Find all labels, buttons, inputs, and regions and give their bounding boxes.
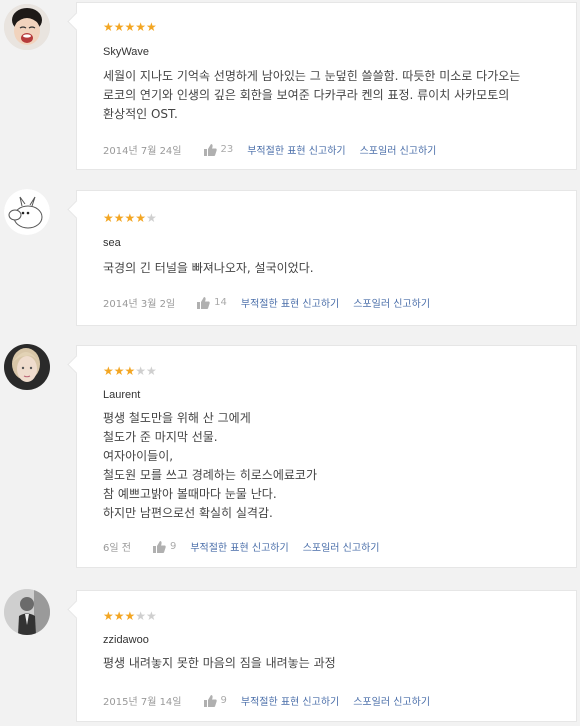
review-date: 2014년 3월 2일 [103,299,176,310]
review-meta: 2014년 3월 2일 14 부적절한 표현 신고하기 스포일러 신고하기 [103,295,444,310]
review-text: 평생 내려놓지 못한 마음의 짐을 내려놓는 과정 [103,656,336,670]
thumbs-up-icon[interactable] [197,296,210,309]
reviewer-name[interactable]: SkyWave [103,46,149,58]
reviewer-name[interactable]: zzidawoo [103,634,149,646]
review-meta: 6일 전 9 부적절한 표현 신고하기 스포일러 신고하기 [103,539,393,554]
rating-stars: ★★★★★ [103,364,157,378]
review-date: 2014년 7월 24일 [103,146,182,157]
report-spoiler-link[interactable]: 스포일러 신고하기 [353,693,430,708]
review-item: ★★★★★ sea 국경의 긴 터널을 빠져나오자, 설국이었다. 2014년 … [0,183,580,333]
rating-stars: ★★★★★ [103,211,157,225]
man-bw-avatar-icon[interactable] [4,589,50,635]
like-count: 14 [214,297,227,308]
review-text: 국경의 긴 터널을 빠져나오자, 설국이었다. [103,261,314,275]
review-date: 2015년 7월 14일 [103,697,182,708]
report-abuse-link[interactable]: 부적절한 표현 신고하기 [247,142,345,157]
review-item: ★★★★★ zzidawoo 평생 내려놓지 못한 마음의 짐을 내려놓는 과정… [0,583,580,726]
review-card: ★★★★★ zzidawoo 평생 내려놓지 못한 마음의 짐을 내려놓는 과정… [76,590,577,722]
thumbs-up-icon[interactable] [203,694,217,707]
report-spoiler-link[interactable]: 스포일러 신고하기 [353,295,430,310]
stars-filled: ★★★ [103,609,136,623]
review-date: 6일 전 [103,543,131,554]
review-text: 평생 철도만을 위해 산 그에게 철도가 준 마지막 선물. 여자아이들이, 철… [103,411,317,520]
woman-portrait-avatar-icon[interactable] [4,344,50,390]
report-abuse-link[interactable]: 부적절한 표현 신고하기 [190,539,288,554]
review-card: ★★★★★ sea 국경의 긴 터널을 빠져나오자, 설국이었다. 2014년 … [76,190,577,326]
review-item: ★★★★★ Laurent 평생 철도만을 위해 산 그에게 철도가 준 마지막… [0,340,580,580]
like-count: 9 [169,541,177,552]
review-card: ★★★★★ Laurent 평생 철도만을 위해 산 그에게 철도가 준 마지막… [76,345,577,568]
moomin-avatar-icon[interactable] [4,189,50,235]
thumbs-up-icon[interactable] [203,143,217,156]
like-count: 23 [220,144,234,155]
reviewer-name[interactable]: Laurent [103,389,140,401]
stars-empty: ★ [146,211,157,225]
report-spoiler-link[interactable]: 스포일러 신고하기 [360,142,437,157]
stars-filled: ★★★★ [103,211,147,225]
review-list: ★★★★★ SkyWave 세월이 지나도 기억속 선명하게 남아있는 그 눈덮… [0,0,580,726]
review-meta: 2014년 7월 24일 23 부적절한 표현 신고하기 스포일러 신고하기 [103,142,450,157]
reviewer-name[interactable]: sea [103,237,121,249]
review-item: ★★★★★ SkyWave 세월이 지나도 기억속 선명하게 남아있는 그 눈덮… [0,0,580,200]
report-abuse-link[interactable]: 부적절한 표현 신고하기 [241,693,339,708]
like-count: 9 [220,695,227,706]
stars-empty: ★★ [135,609,157,623]
stars-empty: ★★ [135,364,157,378]
report-spoiler-link[interactable]: 스포일러 신고하기 [303,539,380,554]
stars-filled: ★★★ [103,364,136,378]
rating-stars: ★★★★★ [103,609,157,623]
review-text: 세월이 지나도 기억속 선명하게 남아있는 그 눈덮힌 쓸쓸함. 따듯한 미소로… [103,69,521,121]
thumbs-up-icon[interactable] [152,540,166,553]
review-meta: 2015년 7월 14일 9 부적절한 표현 신고하기 스포일러 신고하기 [103,693,444,708]
review-card: ★★★★★ SkyWave 세월이 지나도 기억속 선명하게 남아있는 그 눈덮… [76,2,577,170]
report-abuse-link[interactable]: 부적절한 표현 신고하기 [241,295,339,310]
rating-stars: ★★★★★ [103,20,157,34]
stars-filled: ★★★★★ [103,20,157,34]
crying-child-avatar-icon[interactable] [4,4,50,50]
